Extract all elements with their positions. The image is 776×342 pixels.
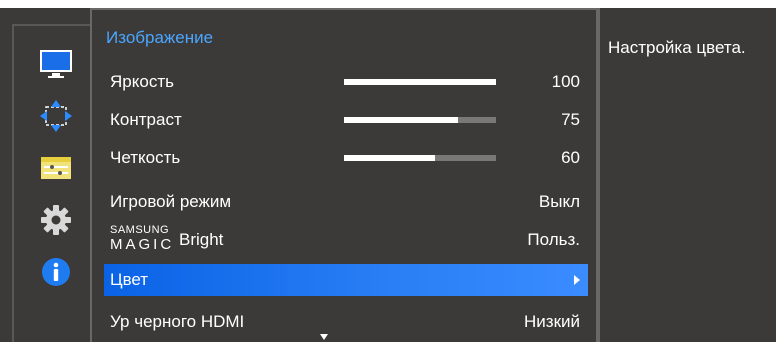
menu-item-label: Четкость xyxy=(110,148,181,167)
sidebar xyxy=(12,24,92,342)
samsung-magic-logo-magic: MAGIC xyxy=(110,236,175,253)
position-arrows-icon[interactable] xyxy=(38,98,74,134)
menu-item-value: 100 xyxy=(551,72,580,91)
sharpness-slider[interactable] xyxy=(344,155,496,161)
gear-icon[interactable] xyxy=(38,202,74,238)
menu-item-label: Bright xyxy=(179,230,224,249)
menu-item-contrast[interactable]: Контраст 75 xyxy=(104,104,588,136)
contrast-slider-fill xyxy=(344,117,458,123)
brightness-slider[interactable] xyxy=(344,79,496,85)
contrast-slider[interactable] xyxy=(344,117,496,123)
settings-list-icon[interactable] xyxy=(38,150,74,186)
help-panel: Настройка цвета. xyxy=(598,8,776,342)
menu-item-value: Выкл xyxy=(538,192,580,211)
menu-item-label: Ур черного HDMI xyxy=(110,312,245,331)
menu-item-game-mode[interactable]: Игровой режим Выкл xyxy=(104,186,588,218)
menu-item-value: Низкий xyxy=(524,312,580,331)
menu-item-brightness[interactable]: Яркость 100 xyxy=(104,66,588,98)
menu-item-magic-bright[interactable]: SAMSUNG MAGIC Bright Польз. xyxy=(104,224,588,256)
sharpness-slider-fill xyxy=(344,155,436,161)
monitor-icon[interactable] xyxy=(38,46,74,82)
info-icon[interactable] xyxy=(38,254,74,290)
menu-item-label: Цвет xyxy=(110,270,149,289)
menu-item-value: 75 xyxy=(561,110,580,129)
menu-panel: Изображение Яркость 100 Контраст 75 Четк… xyxy=(90,8,598,342)
menu-item-value: 60 xyxy=(561,148,580,167)
brightness-slider-fill xyxy=(344,79,496,85)
menu-item-label: Яркость xyxy=(110,72,174,91)
menu-item-label: Контраст xyxy=(110,110,182,129)
chevron-right-icon xyxy=(574,275,580,285)
menu-item-value: Польз. xyxy=(527,230,580,249)
menu-item-sharpness[interactable]: Четкость 60 xyxy=(104,142,588,174)
menu-item-color[interactable]: Цвет xyxy=(104,264,588,296)
scroll-down-icon[interactable] xyxy=(320,334,328,340)
samsung-magic-logo-small: SAMSUNG xyxy=(110,224,170,236)
menu-title: Изображение xyxy=(106,28,214,47)
menu-item-hdmi-black-level[interactable]: Ур черного HDMI Низкий xyxy=(104,306,588,338)
menu-item-label: Игровой режим xyxy=(110,192,232,211)
help-text: Настройка цвета. xyxy=(608,38,746,57)
